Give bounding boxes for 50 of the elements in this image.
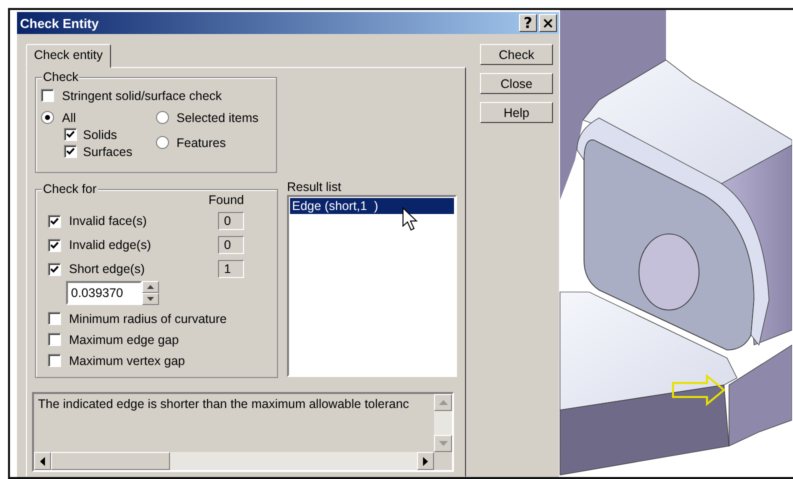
checkbox[interactable] xyxy=(48,354,61,367)
radio-button[interactable] xyxy=(156,111,168,124)
dialog-button[interactable]: Check xyxy=(480,44,553,65)
dialog-button[interactable]: Help xyxy=(480,102,553,123)
radio-label[interactable]: Selected items xyxy=(176,110,258,124)
checkbox[interactable] xyxy=(64,145,77,158)
group-title: Check xyxy=(42,70,80,84)
horizontal-scrollbar[interactable] xyxy=(34,452,434,470)
checkbox[interactable] xyxy=(48,238,61,252)
caret-down-icon xyxy=(147,297,154,301)
checkbox[interactable] xyxy=(48,333,61,346)
caret-up-icon xyxy=(147,285,154,289)
list-item[interactable]: Edge (short,1 ) xyxy=(290,198,454,214)
count-field: 1 xyxy=(218,260,244,278)
group-title: Check for xyxy=(42,182,98,196)
checkbox-label[interactable]: Maximum vertex gap xyxy=(69,354,186,368)
column-header: Found xyxy=(208,193,244,209)
checkbox[interactable] xyxy=(48,312,61,325)
checkbox[interactable] xyxy=(41,89,54,102)
checkbox-label[interactable]: Stringent solid/surface check xyxy=(62,88,222,102)
caret-right-icon[interactable] xyxy=(423,456,428,466)
list-label: Result list xyxy=(287,181,342,193)
window-title: Check Entity xyxy=(20,16,99,30)
number-field[interactable]: 0.039370 xyxy=(66,281,142,305)
close-button[interactable]: × xyxy=(539,14,557,32)
radio-label[interactable]: Features xyxy=(176,136,226,150)
checkbox[interactable] xyxy=(48,214,61,228)
spin-up-button[interactable] xyxy=(142,281,159,293)
checkbox-label[interactable]: Surfaces xyxy=(83,144,132,158)
tab[interactable]: Check entity xyxy=(26,44,111,68)
message-text: The indicated edge is shorter than the maximum allowable toleranc xyxy=(37,396,410,413)
checkbox[interactable] xyxy=(64,128,77,141)
checkbox-label[interactable]: Short edge(s) xyxy=(69,262,145,276)
cursor-icon xyxy=(402,207,420,233)
checkbox-label[interactable]: Minimum radius of curvature xyxy=(69,312,227,326)
help-button[interactable]: ? xyxy=(519,14,537,32)
checkbox-label[interactable]: Maximum edge gap xyxy=(69,332,179,346)
caret-left-icon[interactable] xyxy=(40,456,45,466)
checkbox-label[interactable]: Invalid face(s) xyxy=(69,214,147,228)
radio-button[interactable] xyxy=(156,136,168,149)
count-field: 0 xyxy=(218,236,244,254)
spin-down-button[interactable] xyxy=(142,293,159,305)
dialog-button[interactable]: Close xyxy=(480,73,553,94)
radio-button[interactable] xyxy=(41,111,54,124)
result-list[interactable]: Edge (short,1 ) xyxy=(287,195,457,377)
checkbox[interactable] xyxy=(48,262,61,276)
checkbox-label[interactable]: Solids xyxy=(83,128,118,142)
radio-label[interactable]: All xyxy=(62,110,76,124)
checkbox-label[interactable]: Invalid edge(s) xyxy=(69,238,151,252)
count-field: 0 xyxy=(218,212,244,230)
